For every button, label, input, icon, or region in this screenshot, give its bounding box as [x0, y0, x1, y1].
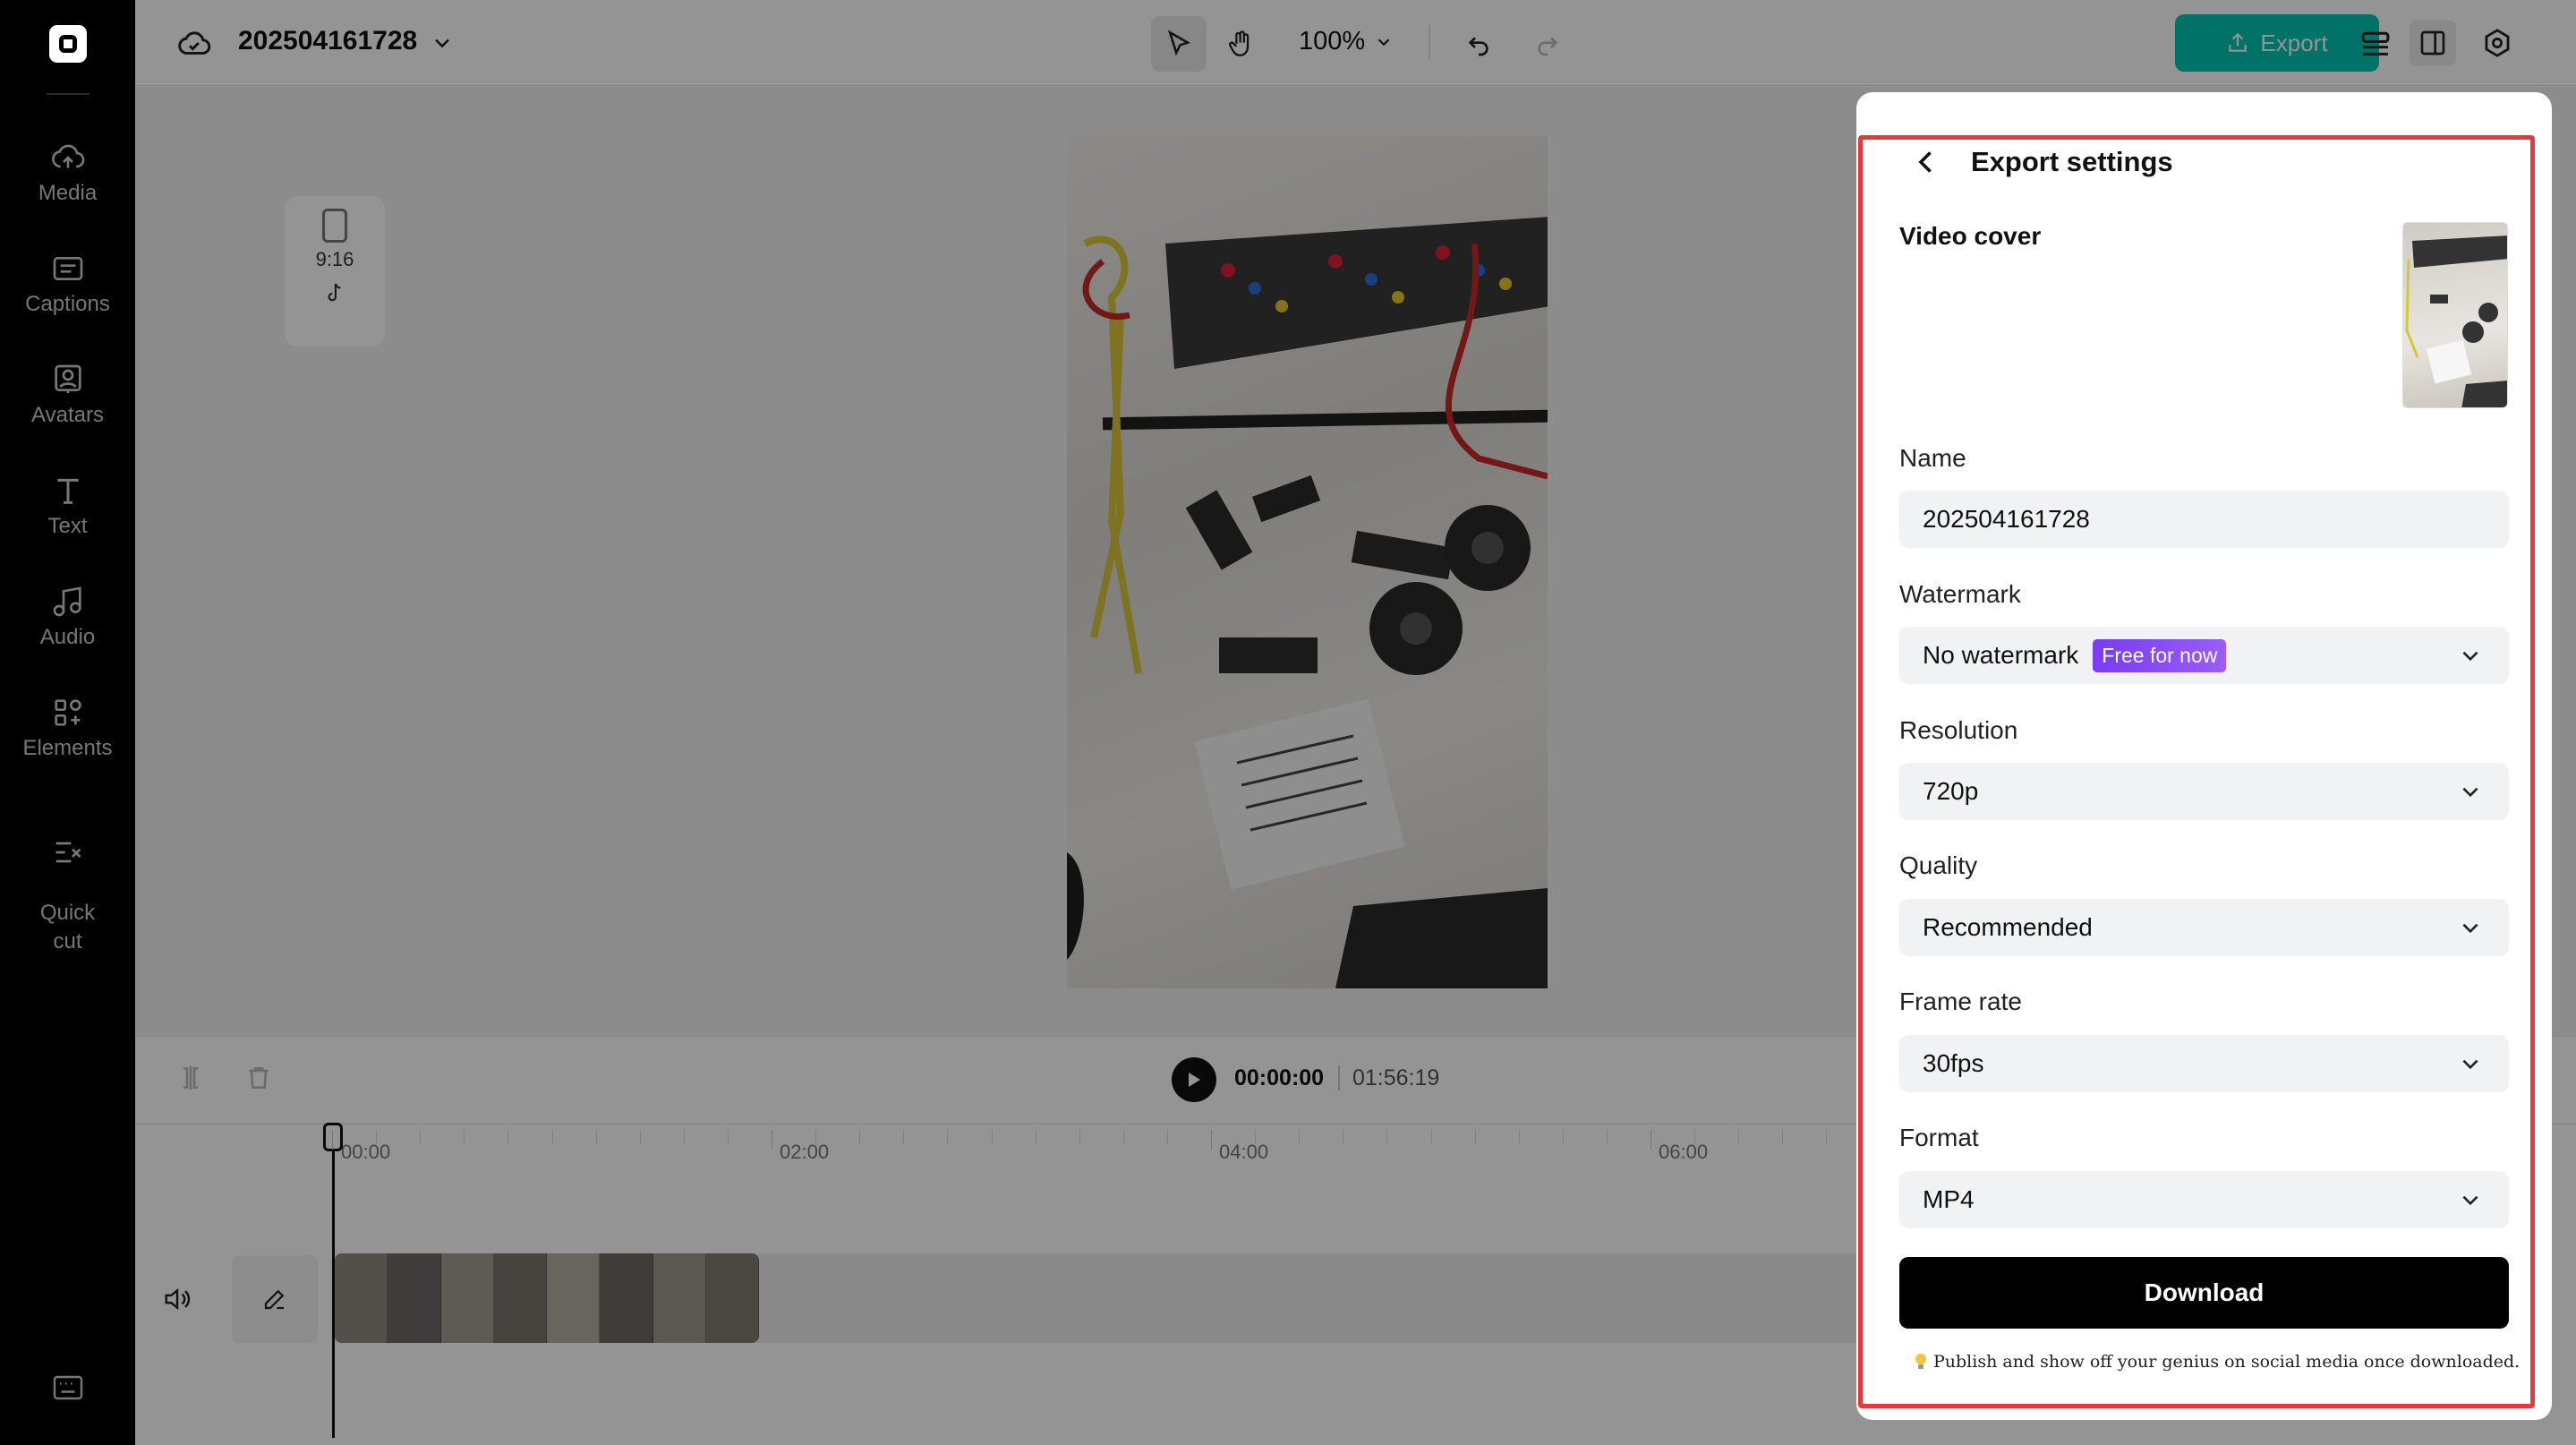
panel-title: Export settings [1971, 146, 2173, 177]
sidebar-item-media[interactable]: Media [0, 140, 135, 206]
elements-icon [54, 699, 81, 726]
lightbulb-icon [1915, 1354, 1926, 1369]
sidebar-item-captions[interactable]: Captions [0, 251, 135, 317]
quick-cut-icon [55, 842, 81, 863]
video-cover-thumbnail[interactable] [2402, 222, 2508, 408]
chevron-down-icon [2462, 787, 2478, 798]
captions-icon [53, 257, 82, 280]
free-badge: Free for now [2093, 638, 2227, 672]
sidebar-item-quick-cut[interactable]: Quick cut [0, 806, 135, 985]
download-label: Download [2144, 1278, 2265, 1306]
back-arrow-icon[interactable] [1910, 146, 1942, 178]
resolution-value: 720p [1923, 777, 1979, 805]
download-button[interactable]: Download [1899, 1257, 2509, 1329]
name-value: 202504161728 [1923, 505, 2090, 533]
sidebar-item-label: Quick cut [39, 901, 96, 953]
avatar-icon [54, 364, 81, 393]
sidebar-item-label: Elements [22, 736, 113, 760]
quality-label: Quality [1899, 851, 1978, 879]
resolution-label: Resolution [1899, 716, 2018, 744]
cloud-upload-icon [51, 144, 84, 168]
format-label: Format [1899, 1124, 1979, 1151]
keyboard-icon[interactable] [52, 1374, 84, 1401]
watermark-label: Watermark [1899, 580, 2021, 608]
sidebar-item-text[interactable]: Text [0, 473, 135, 539]
chevron-down-icon [2462, 923, 2478, 934]
publish-note-text: Publish and show off your genius on soci… [1933, 1352, 2521, 1372]
watermark-value: No watermark [1923, 641, 2079, 669]
format-select[interactable]: MP4 [1899, 1171, 2509, 1228]
quality-value: Recommended [1923, 913, 2093, 941]
text-icon [56, 478, 79, 504]
chevron-down-icon [2462, 651, 2478, 662]
resolution-select[interactable]: 720p [1899, 763, 2509, 820]
chevron-down-icon [2462, 1195, 2478, 1206]
app-logo[interactable] [49, 25, 87, 63]
sidebar-item-label: Captions [25, 292, 110, 316]
chevron-down-icon [2462, 1059, 2478, 1070]
publish-note: Publish and show off your genius on soci… [1914, 1352, 2520, 1372]
quality-select[interactable]: Recommended [1899, 899, 2509, 956]
sidebar-item-audio[interactable]: Audio [0, 584, 135, 650]
left-sidebar: Media Captions Avatars Text Audio Elemen… [0, 0, 148, 1445]
music-note-icon [53, 586, 81, 617]
sidebar-item-label: Avatars [31, 403, 104, 427]
frame-rate-value: 30fps [1923, 1049, 1984, 1077]
sidebar-item-label: Media [38, 181, 98, 205]
watermark-select[interactable]: No watermark Free for now [1899, 627, 2509, 684]
name-label: Name [1899, 444, 1966, 472]
sidebar-item-label: Audio [39, 625, 96, 649]
name-input[interactable]: 202504161728 [1899, 491, 2509, 548]
video-cover-label: Video cover [1899, 222, 2042, 250]
sidebar-item-avatars[interactable]: Avatars [0, 362, 135, 428]
sidebar-item-elements[interactable]: Elements [0, 695, 135, 761]
sidebar-item-label: Text [47, 514, 88, 538]
sidebar-divider [47, 93, 90, 95]
frame-rate-label: Frame rate [1899, 988, 2022, 1015]
format-value: MP4 [1923, 1185, 1975, 1213]
frame-rate-select[interactable]: 30fps [1899, 1035, 2509, 1092]
